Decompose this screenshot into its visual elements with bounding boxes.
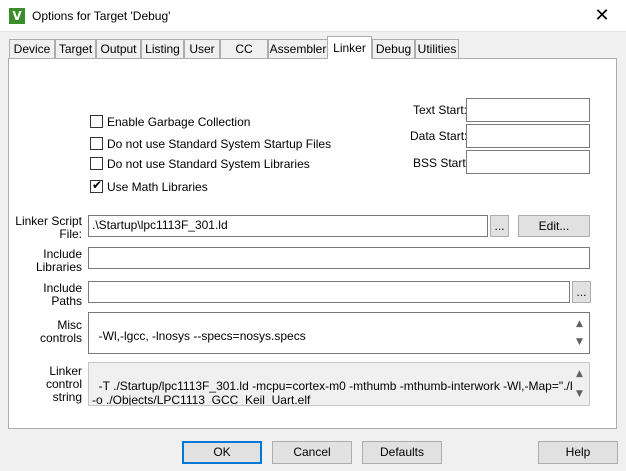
linker-script-label-line2: File:: [59, 227, 82, 241]
include-paths-input[interactable]: [88, 281, 570, 303]
linker-control-text: -T ./Startup/lpc1113F_301.ld -mcpu=corte…: [92, 379, 589, 406]
scroll-down-icon[interactable]: ▼: [576, 387, 583, 401]
scroll-up-icon[interactable]: ▲: [576, 367, 583, 381]
include-paths-label: Include Paths: [14, 282, 82, 308]
tab-linker[interactable]: Linker: [327, 36, 372, 59]
bss-start-label: BSS Start:: [413, 156, 470, 170]
defaults-button[interactable]: Defaults: [362, 441, 442, 464]
app-logo-icon: V: [9, 8, 25, 24]
linker-script-input[interactable]: .\Startup\lpc1113F_301.ld: [88, 215, 488, 237]
linker-control-string: -T ./Startup/lpc1113F_301.ld -mcpu=corte…: [88, 362, 590, 406]
bss-start-input[interactable]: [466, 150, 590, 174]
cancel-button[interactable]: Cancel: [272, 441, 352, 464]
misc-controls-textarea[interactable]: -Wl,-lgcc, -lnosys --specs=nosys.specs ▲…: [88, 312, 590, 354]
tab-cc[interactable]: CC: [220, 39, 268, 58]
scroll-down-icon[interactable]: ▼: [576, 335, 583, 349]
data-start-input[interactable]: [466, 124, 590, 148]
tab-assembler[interactable]: Assembler: [268, 39, 328, 58]
linker-control-label: Linker control string: [14, 365, 82, 404]
checkmark-icon: ✔: [92, 178, 103, 192]
linker-script-label: Linker Script File:: [14, 215, 82, 241]
no-startup-files-label: Do not use Standard System Startup Files: [107, 137, 332, 151]
include-libraries-label: Include Libraries: [14, 248, 82, 274]
math-libraries-label: Use Math Libraries: [107, 180, 208, 194]
title-bar: V Options for Target 'Debug' ✕: [0, 0, 626, 32]
tab-device[interactable]: Device: [9, 39, 55, 58]
linker-script-browse-button[interactable]: ...: [490, 215, 509, 237]
misc-controls-scrollbar[interactable]: ▲ ▼: [572, 313, 589, 353]
window-title: Options for Target 'Debug': [32, 9, 171, 23]
tab-user[interactable]: User: [184, 39, 220, 58]
tab-debug[interactable]: Debug: [372, 39, 415, 58]
ok-button[interactable]: OK: [182, 441, 262, 464]
linker-script-edit-button[interactable]: Edit...: [518, 215, 590, 237]
no-system-libraries-label: Do not use Standard System Libraries: [107, 157, 310, 171]
text-start-input[interactable]: [466, 98, 590, 122]
help-button[interactable]: Help: [538, 441, 618, 464]
no-system-libraries-checkbox[interactable]: [90, 157, 103, 170]
math-libraries-checkbox[interactable]: ✔: [90, 178, 103, 193]
misc-controls-label-line2: controls: [39, 331, 82, 345]
text-start-label: Text Start:: [413, 103, 468, 117]
garbage-collection-label: Enable Garbage Collection: [107, 115, 251, 129]
tab-utilities[interactable]: Utilities: [415, 39, 459, 58]
linker-control-label-line3: string: [52, 390, 82, 404]
close-button[interactable]: ✕: [590, 4, 614, 28]
misc-controls-text: -Wl,-lgcc, -lnosys --specs=nosys.specs: [98, 329, 306, 343]
tab-target[interactable]: Target: [55, 39, 96, 58]
garbage-collection-checkbox[interactable]: [90, 115, 103, 128]
include-paths-label-line2: Paths: [51, 294, 82, 308]
misc-controls-label: Misc controls: [14, 319, 82, 345]
include-libraries-label-line2: Libraries: [35, 260, 82, 274]
linker-control-scrollbar[interactable]: ▲ ▼: [572, 363, 589, 405]
tab-output[interactable]: Output: [96, 39, 141, 58]
include-paths-browse-button[interactable]: ...: [572, 281, 591, 303]
no-startup-files-checkbox[interactable]: [90, 137, 103, 150]
data-start-label: Data Start:: [410, 129, 468, 143]
scroll-up-icon[interactable]: ▲: [576, 317, 583, 331]
include-libraries-input[interactable]: [88, 247, 590, 269]
tab-listing[interactable]: Listing: [141, 39, 184, 58]
